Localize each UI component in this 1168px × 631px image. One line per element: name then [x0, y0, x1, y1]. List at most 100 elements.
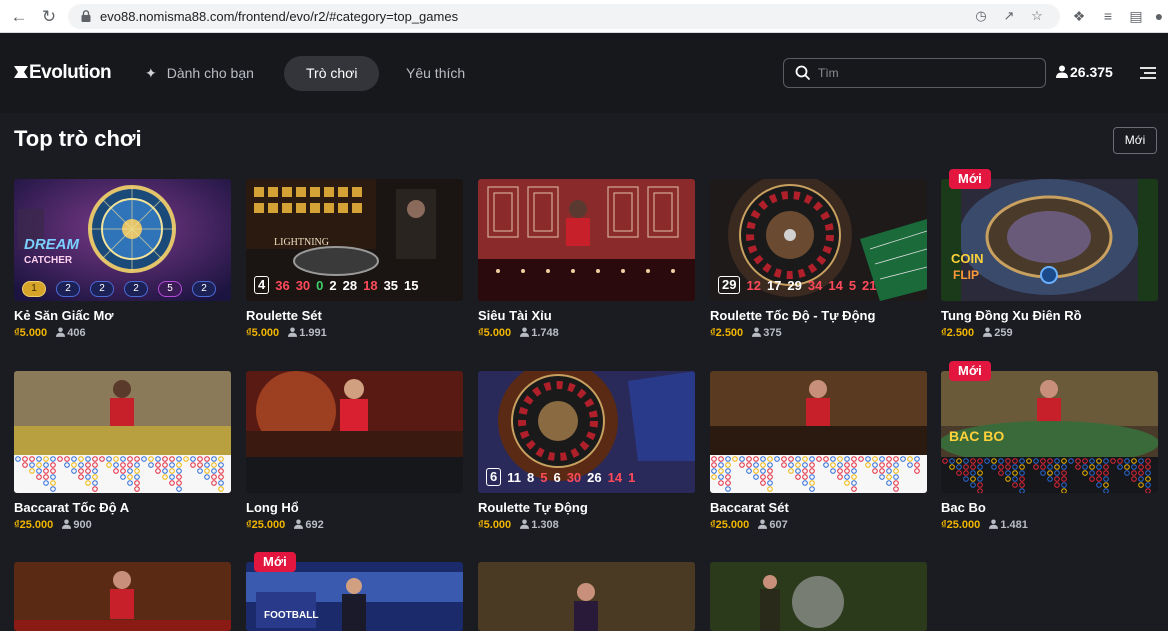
bead-road-dot: [816, 456, 822, 462]
result-number: 14: [828, 277, 843, 293]
min-bet: ₫25.000: [710, 519, 750, 531]
game-thumbnail[interactable]: [246, 371, 463, 493]
address-bar[interactable]: evo88.nomisma88.com/frontend/evo/r2/#cat…: [68, 4, 1060, 29]
bead-road-dot: [970, 476, 976, 482]
bead-road-dot: [1145, 458, 1151, 464]
game-card-row3-4[interactable]: [710, 562, 927, 631]
bead-road-dot: [1012, 476, 1018, 482]
bead-road-dot: [823, 462, 829, 468]
reading-list-icon[interactable]: ≡: [1099, 7, 1117, 25]
bead-road-dot: [1068, 458, 1074, 464]
bead-road-dot: [788, 468, 794, 474]
bead-road-dot: [725, 480, 731, 486]
bead-road-dot: [753, 462, 759, 468]
bead-road-dot: [211, 462, 217, 468]
bead-road-dot: [1054, 476, 1060, 482]
search-box[interactable]: [783, 58, 1046, 88]
bead-road-dot: [865, 456, 871, 462]
nav-games[interactable]: Trò chơi: [284, 56, 380, 91]
bead-road-dot: [1040, 458, 1046, 464]
lock-icon[interactable]: [80, 9, 92, 23]
reload-icon[interactable]: ↻: [38, 6, 60, 28]
bead-road-dot: [113, 456, 119, 462]
share-icon[interactable]: ↗: [1000, 7, 1018, 25]
game-card-speed-baccarat-a[interactable]: Baccarat Tốc Độ A ₫25.000 900: [14, 371, 231, 531]
bead-road-dot: [1089, 458, 1095, 464]
game-card-super-sic-bo[interactable]: Siêu Tài Xỉu ₫5.000 1.748: [478, 179, 695, 339]
nav-favorites[interactable]: Yêu thích: [406, 56, 465, 91]
game-card-crazy-coin-flip[interactable]: Mới COIN FLIP Tung Đồng Xu Điên Rồ ₫2.50…: [941, 169, 1158, 339]
bead-road-dot: [1019, 476, 1025, 482]
game-thumbnail[interactable]: 6 11 8 5 6 30 26 14 1: [478, 371, 695, 493]
game-thumbnail[interactable]: BAC BO: [941, 371, 1158, 493]
search-input[interactable]: [818, 64, 1038, 82]
bead-road-dot: [1005, 464, 1011, 470]
extensions-icon[interactable]: ❖: [1070, 7, 1088, 25]
side-panel-icon[interactable]: ▤: [1127, 7, 1145, 25]
bead-road-dot: [43, 456, 49, 462]
bead-road-dot: [134, 456, 140, 462]
game-thumbnail[interactable]: DREAM CATCHER 1 2 2 2 5 2: [14, 179, 231, 301]
user-icon: [758, 519, 768, 529]
bead-road-dot: [774, 456, 780, 462]
bead-road-dot: [211, 468, 217, 474]
game-meta: ₫2.500 375: [710, 327, 927, 339]
url-text[interactable]: evo88.nomisma88.com/frontend/evo/r2/#cat…: [100, 9, 458, 24]
game-meta: ₫25.000 900: [14, 519, 231, 531]
profile-icon[interactable]: ●: [1150, 7, 1168, 25]
bead-road-dot: [106, 462, 112, 468]
bead-road-dot: [50, 486, 56, 492]
nav-games-label: Trò chơi: [306, 65, 358, 81]
game-card-bac-bo[interactable]: Mới BAC BO Bac Bo ₫25.000 1.481: [941, 361, 1158, 531]
bead-road-dot: [148, 456, 154, 462]
bead-road-dot: [767, 462, 773, 468]
game-thumbnail[interactable]: [478, 179, 695, 301]
game-card-dream-catcher[interactable]: DREAM CATCHER 1 2 2 2 5 2 Kẻ Săn Giấc Mơ…: [14, 179, 231, 339]
performance-icon[interactable]: ◷: [972, 7, 990, 25]
game-meta: ₫25.000 607: [710, 519, 927, 531]
game-card-auto-roulette[interactable]: 6 11 8 5 6 30 26 14 1 Roulette Tự Động ₫…: [478, 371, 695, 531]
nav-for-you[interactable]: ✦ Dành cho bạn: [145, 56, 254, 91]
bead-road-dot: [711, 474, 717, 480]
game-thumbnail[interactable]: [478, 562, 695, 631]
bead-road-dot: [1089, 464, 1095, 470]
bead-road-dot: [907, 462, 913, 468]
bead-road-dot: [1019, 464, 1025, 470]
bead-road-dot: [893, 462, 899, 468]
bead-road-dot: [1054, 458, 1060, 464]
game-thumbnail[interactable]: FOOTBALL: [246, 562, 463, 631]
user-icon: [62, 519, 72, 529]
bead-road-dot: [753, 456, 759, 462]
bead-road-dot: [963, 464, 969, 470]
bead-road-dot: [795, 456, 801, 462]
game-thumbnail[interactable]: COIN FLIP: [941, 179, 1158, 301]
game-card-speed-auto-roulette[interactable]: 29 12 17 29 34 14 5 21 Roulette Tốc Độ -…: [710, 179, 927, 339]
bead-road-dot: [977, 482, 983, 488]
game-card-row3-3[interactable]: [478, 562, 695, 631]
bead-road-dot: [85, 456, 91, 462]
back-icon[interactable]: ←: [8, 6, 30, 28]
game-card-football-studio[interactable]: Mới FOOTBALL: [246, 552, 463, 631]
evolution-logo[interactable]: Evolution: [14, 62, 112, 84]
game-meta: ₫25.000 692: [246, 519, 463, 531]
bead-road-dot: [1033, 464, 1039, 470]
game-thumbnail[interactable]: [14, 371, 231, 493]
nav-for-you-label: Dành cho bạn: [166, 65, 254, 81]
game-thumbnail[interactable]: LIGHTNING 4 36 30 0 2 28 18 35 15: [246, 179, 463, 301]
bookmark-star-icon[interactable]: ☆: [1028, 7, 1046, 25]
game-card-lightning-roulette[interactable]: LIGHTNING 4 36 30 0 2 28 18 35 15 Roulet…: [246, 179, 463, 339]
bead-road-dot: [893, 468, 899, 474]
game-card-lightning-baccarat[interactable]: Baccarat Sét ₫25.000 607: [710, 371, 927, 531]
sort-newest-button[interactable]: Mới: [1113, 127, 1157, 154]
game-meta: ₫5.000 1.991: [246, 327, 463, 339]
game-thumbnail[interactable]: 29 12 17 29 34 14 5 21: [710, 179, 927, 301]
game-thumbnail[interactable]: [710, 371, 927, 493]
game-thumbnail[interactable]: [14, 562, 231, 631]
menu-icon[interactable]: [1140, 67, 1156, 79]
game-meta: ₫25.000 1.481: [941, 519, 1158, 531]
game-card-dragon-tiger[interactable]: Long Hổ ₫25.000 692: [246, 371, 463, 531]
game-thumbnail[interactable]: [710, 562, 927, 631]
bead-road-dot: [1047, 464, 1053, 470]
game-card-row3-1[interactable]: [14, 562, 231, 631]
bead-road-dot: [190, 462, 196, 468]
